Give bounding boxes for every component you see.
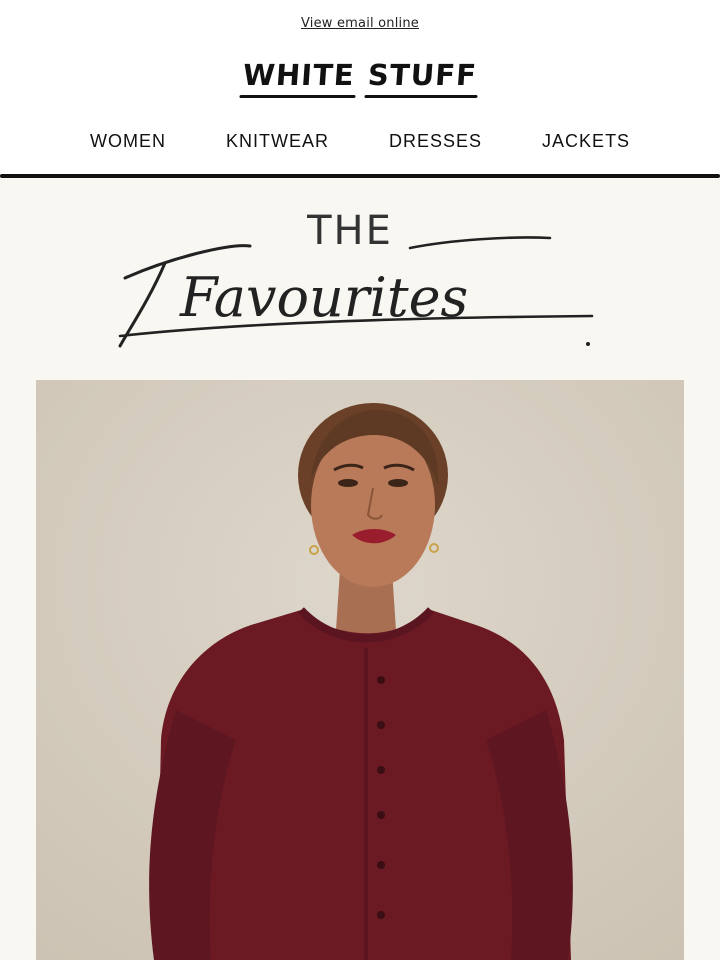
nav-item-dresses[interactable]: DRESSES	[359, 131, 512, 152]
brand-logo[interactable]: WHITE STUFF	[0, 58, 720, 104]
nav-item-knitwear[interactable]: KNITWEAR	[196, 131, 359, 152]
nav-item-jackets[interactable]: JACKETS	[512, 131, 660, 152]
logo-word-stuff: STUFF	[367, 58, 479, 92]
script-title-text: Favourites	[179, 266, 468, 329]
model-illustration	[36, 380, 684, 960]
nav-item-women[interactable]: WOMEN	[60, 131, 196, 152]
model-photo[interactable]	[36, 380, 684, 960]
main-nav: WOMEN KNITWEAR DRESSES JACKETS	[60, 126, 660, 156]
view-email-online-link[interactable]: View email online	[301, 16, 419, 31]
hero-title-script: Favourites	[118, 236, 594, 348]
logo-word-white: WHITE	[241, 58, 356, 92]
top-bar: View email online	[0, 0, 720, 46]
